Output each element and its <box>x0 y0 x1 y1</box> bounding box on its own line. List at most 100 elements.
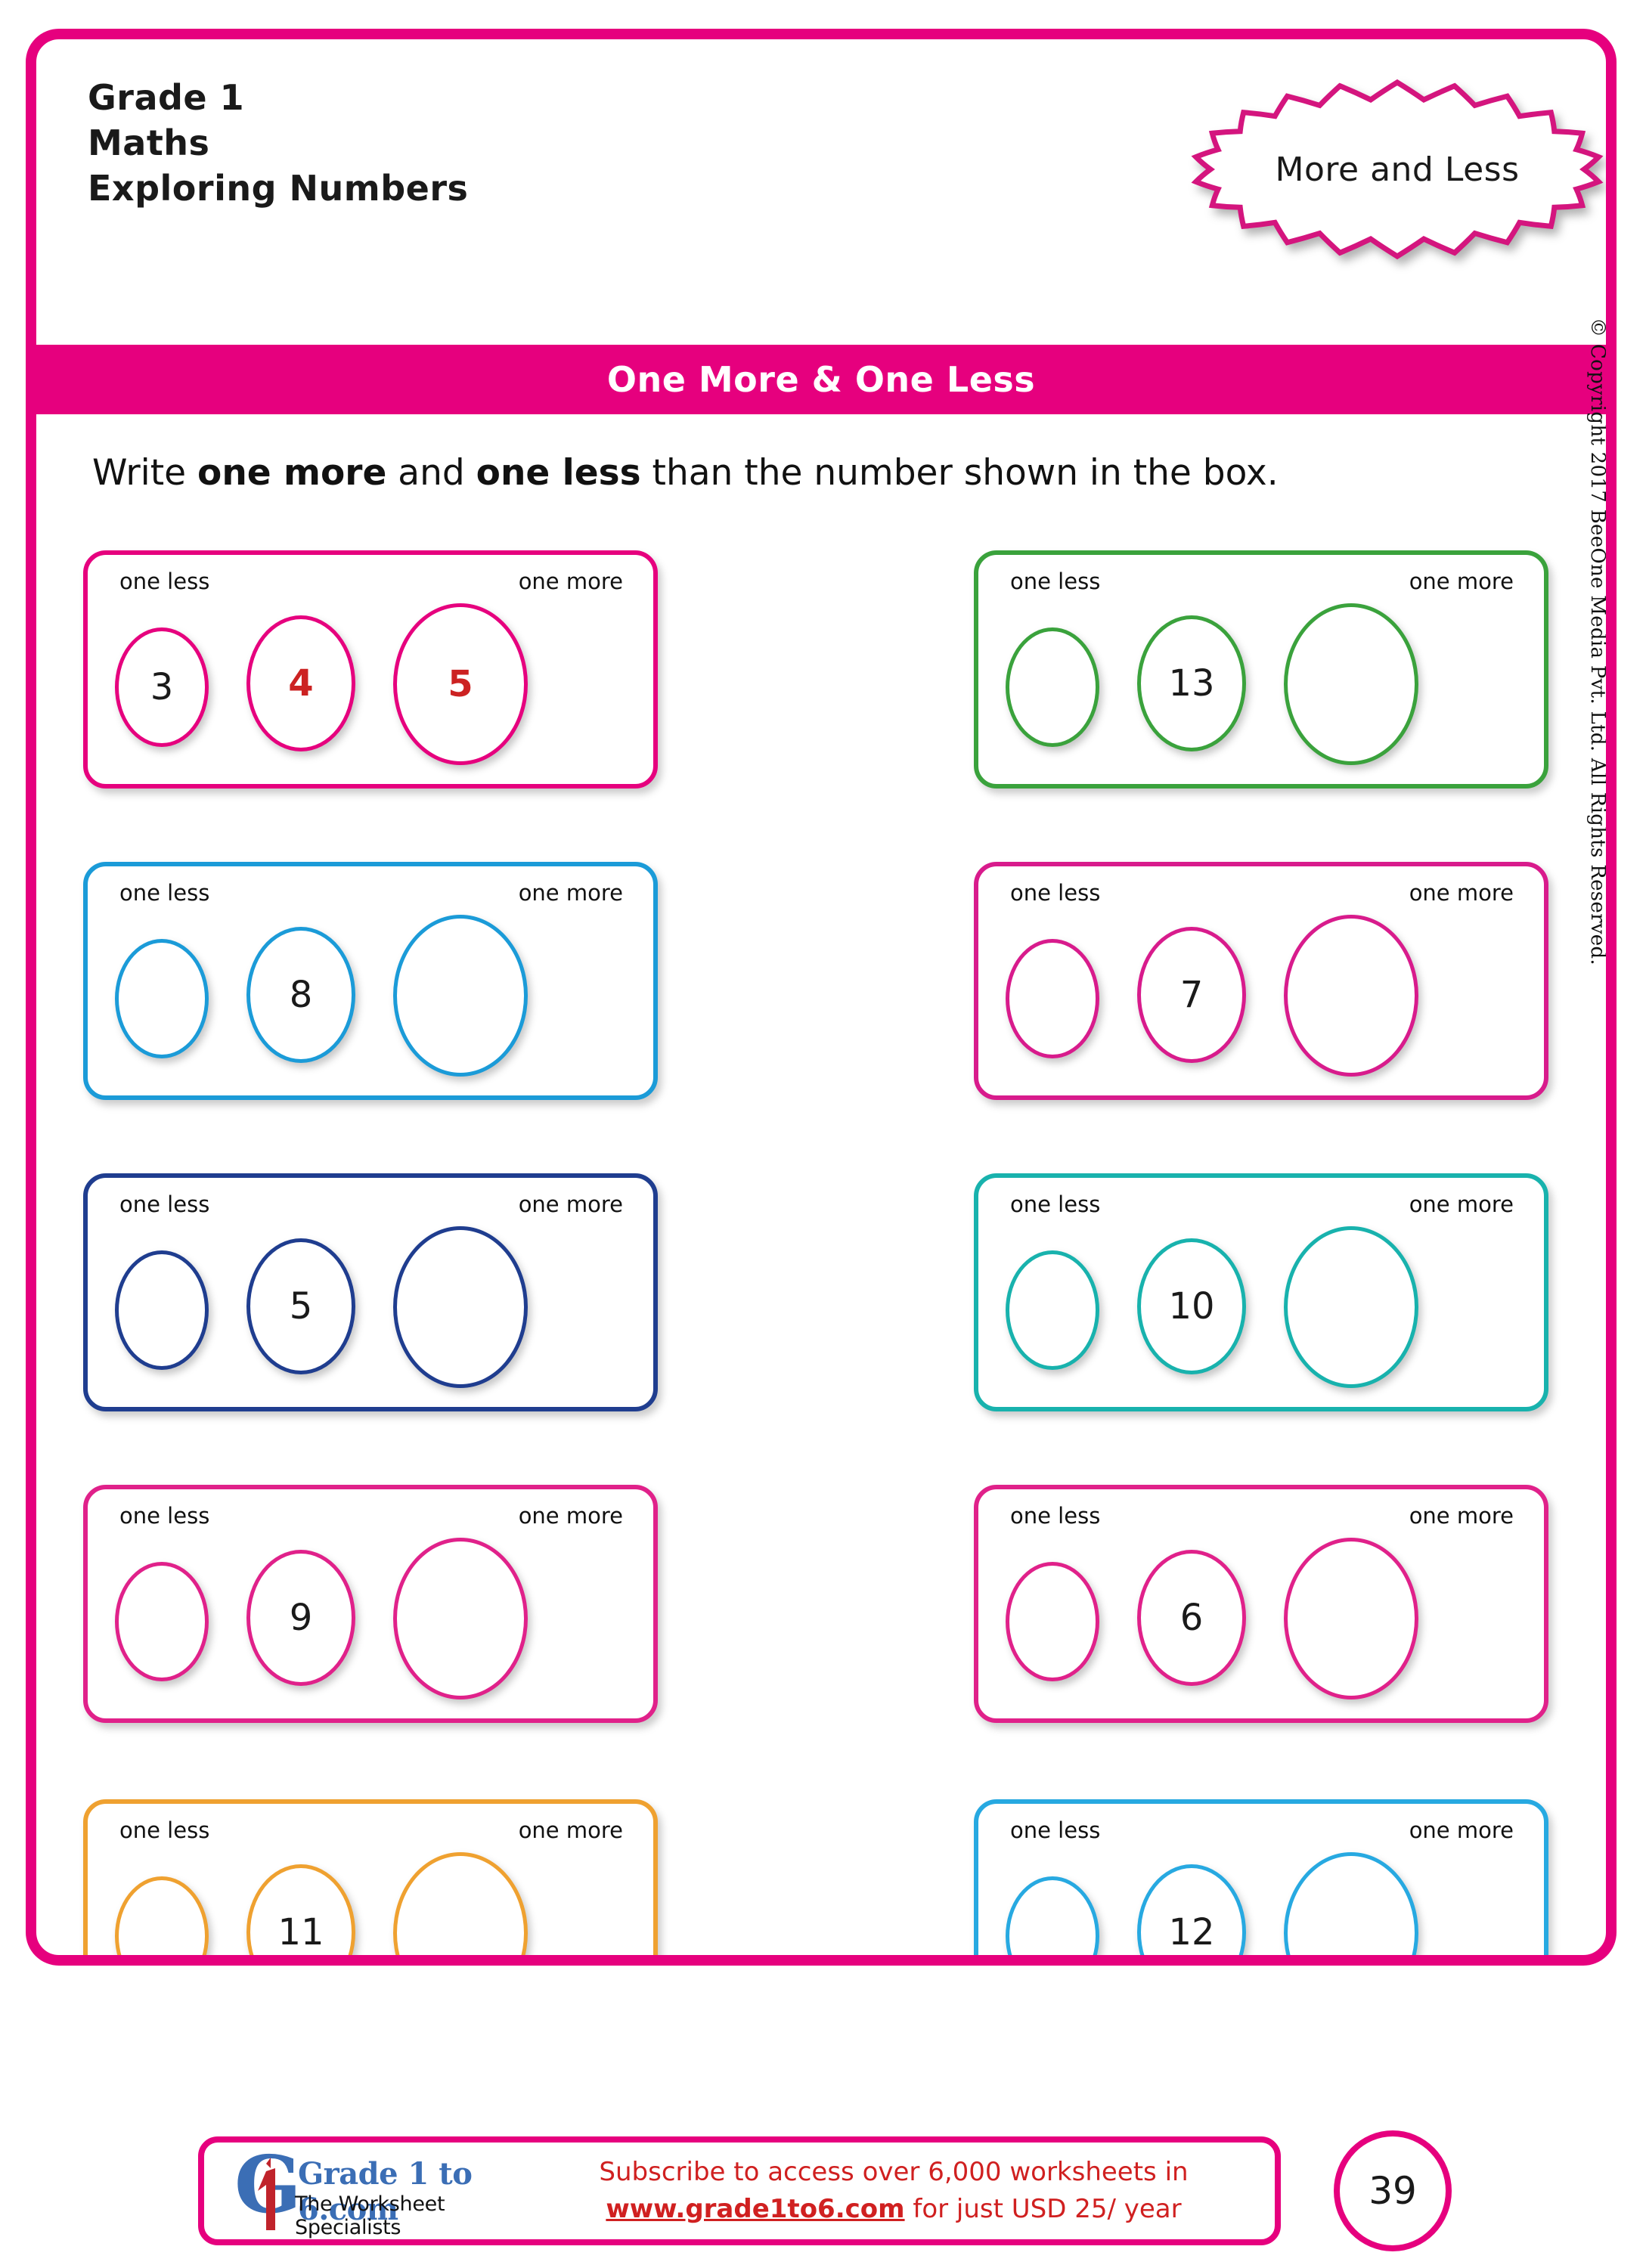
problem-box[interactable]: one less one more 11 <box>83 1799 658 1955</box>
one-less-label: one less <box>119 1191 210 1217</box>
page-number-badge: 39 <box>1334 2130 1452 2251</box>
one-less-label: one less <box>1010 1817 1101 1843</box>
one-less-circle[interactable] <box>115 1250 209 1370</box>
promo-line-2: www.grade1to6.com for just USD 25/ year <box>535 2191 1252 2228</box>
one-more-label: one more <box>1409 880 1514 906</box>
one-more-label: one more <box>518 569 623 594</box>
problem-box[interactable]: one less one more 7 <box>974 862 1548 1100</box>
subject-label: Maths <box>88 122 210 163</box>
one-less-label: one less <box>1010 880 1101 906</box>
given-number-circle-value: 6 <box>1179 1597 1204 1639</box>
topic-badge: More and Less <box>1174 71 1606 268</box>
given-number-circle[interactable]: 6 <box>1137 1550 1246 1686</box>
problem-box[interactable]: one less one more 9 <box>83 1485 658 1723</box>
page-number: 39 <box>1369 2169 1417 2213</box>
one-more-circle-value: 5 <box>448 663 473 705</box>
one-less-circle[interactable]: 3 <box>115 627 209 747</box>
worksheet-footer: G Grade 1 to 6.com The Worksheet Special… <box>0 2124 1646 2268</box>
one-more-circle[interactable] <box>1284 1226 1418 1388</box>
problem-box[interactable]: one less one more 3 4 5 <box>83 550 658 789</box>
one-less-circle[interactable] <box>115 1876 209 1955</box>
one-less-label: one less <box>119 569 210 594</box>
one-more-circle[interactable] <box>393 1226 528 1388</box>
given-number-circle[interactable]: 5 <box>246 1238 355 1374</box>
given-number-circle[interactable]: 11 <box>246 1864 355 1955</box>
one-more-circle[interactable] <box>393 915 528 1077</box>
one-less-circle[interactable] <box>115 1562 209 1681</box>
given-number-circle-value: 12 <box>1168 1911 1215 1954</box>
one-more-circle[interactable] <box>393 1852 528 1955</box>
worksheet-header: Grade 1 Maths Exploring Numbers More and… <box>36 39 1606 327</box>
worksheet-page: Grade 1 Maths Exploring Numbers More and… <box>0 0 1646 2268</box>
one-more-label: one more <box>518 1191 623 1217</box>
given-number-circle[interactable]: 4 <box>246 615 355 751</box>
one-less-circle[interactable] <box>115 939 209 1058</box>
one-less-label: one less <box>1010 1191 1101 1217</box>
one-more-circle[interactable] <box>1284 603 1418 765</box>
given-number-circle-value: 10 <box>1168 1285 1215 1328</box>
instruction-prefix: Write <box>92 452 198 494</box>
section-title-bar: One More & One Less <box>36 345 1606 414</box>
problem-box[interactable]: one less one more 12 <box>974 1799 1548 1955</box>
one-more-circle[interactable] <box>1284 1538 1418 1699</box>
one-more-label: one more <box>518 1817 623 1843</box>
instruction-suffix: than the number shown in the box. <box>640 452 1279 494</box>
one-less-circle[interactable] <box>1006 627 1099 747</box>
subscription-banner[interactable]: G Grade 1 to 6.com The Worksheet Special… <box>198 2136 1281 2245</box>
copyright-notice: © Copyright 2017 BeeOne Media Pvt. Ltd. … <box>1586 318 1609 965</box>
given-number-circle-value: 7 <box>1179 974 1204 1016</box>
given-number-circle[interactable]: 12 <box>1137 1864 1246 1955</box>
given-number-circle-value: 11 <box>277 1911 324 1954</box>
one-more-label: one more <box>518 1503 623 1529</box>
one-less-label: one less <box>1010 1503 1101 1529</box>
one-less-circle-value: 3 <box>150 666 174 708</box>
given-number-circle-value: 13 <box>1168 662 1215 705</box>
one-more-label: one more <box>1409 1817 1514 1843</box>
problem-box[interactable]: one less one more 5 <box>83 1173 658 1411</box>
unit-label: Exploring Numbers <box>88 167 469 209</box>
promo-price: for just USD 25/ year <box>904 2194 1182 2224</box>
promo-text: Subscribe to access over 6,000 worksheet… <box>535 2154 1275 2229</box>
one-less-label: one less <box>119 1817 210 1843</box>
given-number-circle-value: 5 <box>289 1285 313 1328</box>
one-less-circle[interactable] <box>1006 1250 1099 1370</box>
given-number-circle[interactable]: 9 <box>246 1550 355 1686</box>
given-number-circle-value: 9 <box>289 1597 313 1639</box>
one-more-circle[interactable] <box>1284 915 1418 1077</box>
grade-label: Grade 1 <box>88 77 245 118</box>
problem-grid: one less one more 3 4 5 one less one more 13 one… <box>36 550 1606 1955</box>
given-number-circle[interactable]: 7 <box>1137 927 1246 1063</box>
one-more-circle[interactable] <box>1284 1852 1418 1955</box>
brand-logo[interactable]: G Grade 1 to 6.com The Worksheet Special… <box>233 2146 535 2239</box>
problem-box[interactable]: one less one more 6 <box>974 1485 1548 1723</box>
section-title: One More & One Less <box>606 359 1036 400</box>
promo-line-1: Subscribe to access over 6,000 worksheet… <box>599 2156 1189 2187</box>
one-less-label: one less <box>119 1503 210 1529</box>
problem-box[interactable]: one less one more 8 <box>83 862 658 1100</box>
given-number-circle[interactable]: 8 <box>246 927 355 1063</box>
instruction-bold-one-less: one less <box>476 452 641 494</box>
given-number-circle[interactable]: 13 <box>1137 615 1246 751</box>
instruction-bold-one-more: one more <box>197 452 387 494</box>
promo-url-link[interactable]: www.grade1to6.com <box>606 2194 904 2224</box>
one-less-circle[interactable] <box>1006 939 1099 1058</box>
topic-badge-label: More and Less <box>1275 150 1520 189</box>
one-more-label: one more <box>1409 1191 1514 1217</box>
one-less-circle[interactable] <box>1006 1876 1099 1955</box>
given-number-circle-value: 8 <box>289 974 313 1016</box>
one-more-label: one more <box>1409 569 1514 594</box>
problem-box[interactable]: one less one more 10 <box>974 1173 1548 1411</box>
one-more-circle[interactable] <box>393 1538 528 1699</box>
logo-tagline: The Worksheet Specialists <box>295 2192 445 2239</box>
one-less-label: one less <box>1010 569 1101 594</box>
one-more-label: one more <box>1409 1503 1514 1529</box>
header-titles: Grade 1 Maths Exploring Numbers <box>88 76 468 211</box>
problem-box[interactable]: one less one more 13 <box>974 550 1548 789</box>
given-number-circle[interactable]: 10 <box>1137 1238 1246 1374</box>
instruction-text: Write one more and one less than the num… <box>92 452 1279 494</box>
given-number-circle-value: 4 <box>288 662 314 705</box>
one-more-circle[interactable]: 5 <box>393 603 528 765</box>
one-less-label: one less <box>119 880 210 906</box>
instruction-middle: and <box>386 452 476 494</box>
one-less-circle[interactable] <box>1006 1562 1099 1681</box>
